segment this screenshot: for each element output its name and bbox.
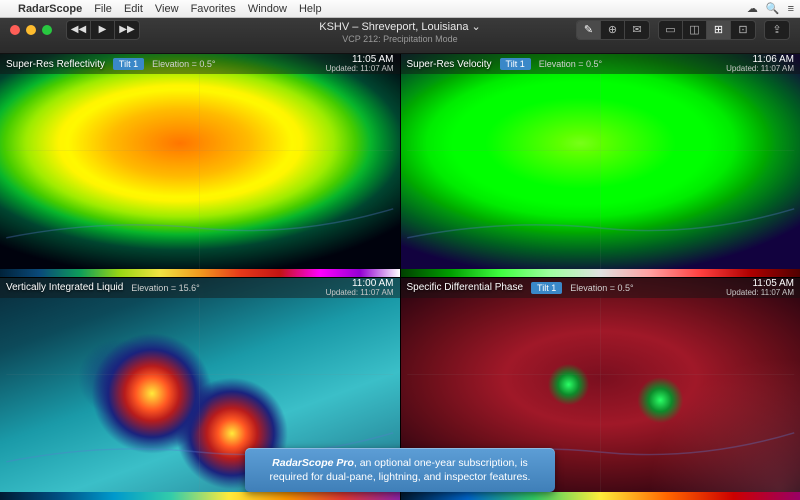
notification-center-icon[interactable]: ≡ (788, 3, 794, 15)
forward-button[interactable]: ▶▶ (115, 21, 139, 39)
tool-group-draw: ✎ ⊕ ✉ (576, 20, 650, 40)
fullscreen-button[interactable] (42, 25, 52, 35)
dual-pane-button[interactable]: ◫ (683, 21, 707, 39)
updated-time: Updated: 11:07 AM (726, 65, 794, 74)
elevation-label: Elevation = 15.6° (131, 283, 199, 293)
pane-header: Vertically Integrated Liquid Elevation =… (0, 278, 400, 298)
color-scale-velocity (401, 269, 800, 277)
updated-time: Updated: 11:07 AM (726, 289, 794, 298)
mac-menubar: RadarScope File Edit View Favorites Wind… (0, 0, 800, 18)
menubar-status-area: ☁ 🔍 ≡ (747, 2, 794, 15)
product-label[interactable]: Super-Res Reflectivity (6, 59, 105, 70)
color-scale-vil (0, 492, 400, 500)
minimize-button[interactable] (26, 25, 36, 35)
traffic-lights (10, 25, 52, 35)
pane-header: Specific Differential Phase Tilt 1 Eleva… (401, 278, 800, 298)
grid-pane-button[interactable]: ⊡ (731, 21, 755, 39)
promo-tooltip: RadarScope Pro, an optional one-year sub… (245, 448, 555, 492)
single-pane-button[interactable]: ▭ (659, 21, 683, 39)
tilt-selector[interactable]: Tilt 1 (500, 58, 531, 70)
product-label[interactable]: Super-Res Velocity (407, 59, 492, 70)
layout-group: ▭ ◫ ⊞ ⊡ (658, 20, 756, 40)
pane-header: Super-Res Velocity Tilt 1 Elevation = 0.… (401, 54, 800, 74)
target-icon[interactable]: ⊕ (601, 21, 625, 39)
quad-pane-button[interactable]: ⊞ (707, 21, 731, 39)
app-window: ◀◀ ▶ ▶▶ KSHV – Shreveport, Louisiana ⌄ V… (0, 18, 800, 500)
menu-window[interactable]: Window (248, 3, 287, 15)
share-icon[interactable]: ⇪ (765, 21, 789, 39)
tilt-selector[interactable]: Tilt 1 (531, 282, 562, 294)
scan-time: 11:00 AM (326, 278, 394, 289)
map-roads (0, 54, 400, 277)
elevation-label: Elevation = 0.5° (152, 59, 215, 69)
spotlight-icon[interactable]: 🔍 (766, 2, 780, 15)
rewind-button[interactable]: ◀◀ (67, 21, 91, 39)
map-roads (401, 54, 800, 277)
play-button[interactable]: ▶ (91, 21, 115, 39)
product-label[interactable]: Specific Differential Phase (407, 282, 524, 293)
mail-icon[interactable]: ✉ (625, 21, 649, 39)
menu-favorites[interactable]: Favorites (191, 3, 236, 15)
vcp-mode-label: VCP 212: Precipitation Mode (319, 34, 480, 45)
close-button[interactable] (10, 25, 20, 35)
menu-edit[interactable]: Edit (124, 3, 143, 15)
scan-time: 11:05 AM (726, 278, 794, 289)
radar-site-selector[interactable]: KSHV – Shreveport, Louisiana ⌄ (319, 21, 480, 34)
elevation-label: Elevation = 0.5° (539, 59, 602, 69)
updated-time: Updated: 11:07 AM (326, 289, 394, 298)
color-scale-reflectivity (0, 269, 400, 277)
updated-time: Updated: 11:07 AM (326, 65, 394, 74)
time-block: 11:05 AM Updated: 11:07 AM (326, 54, 394, 74)
menu-help[interactable]: Help (299, 3, 322, 15)
radar-panes: Super-Res Reflectivity Tilt 1 Elevation … (0, 54, 800, 500)
menu-file[interactable]: File (94, 3, 112, 15)
toolbar-right: ✎ ⊕ ✉ ▭ ◫ ⊞ ⊡ ⇪ (576, 20, 790, 40)
time-block: 11:05 AM Updated: 11:07 AM (726, 278, 794, 298)
promo-product-name: RadarScope Pro (272, 457, 354, 469)
product-label[interactable]: Vertically Integrated Liquid (6, 282, 123, 293)
pencil-icon[interactable]: ✎ (577, 21, 601, 39)
cloud-status-icon[interactable]: ☁ (747, 2, 758, 15)
time-block: 11:06 AM Updated: 11:07 AM (726, 54, 794, 74)
pane-velocity[interactable]: Super-Res Velocity Tilt 1 Elevation = 0.… (401, 54, 800, 277)
time-block: 11:00 AM Updated: 11:07 AM (326, 278, 394, 298)
playback-controls: ◀◀ ▶ ▶▶ (66, 20, 140, 40)
titlebar: ◀◀ ▶ ▶▶ KSHV – Shreveport, Louisiana ⌄ V… (0, 18, 800, 54)
share-group: ⇪ (764, 20, 790, 40)
tilt-selector[interactable]: Tilt 1 (113, 58, 144, 70)
color-scale-sdp (401, 492, 800, 500)
pane-header: Super-Res Reflectivity Tilt 1 Elevation … (0, 54, 400, 74)
app-menu[interactable]: RadarScope (18, 3, 82, 15)
pane-reflectivity[interactable]: Super-Res Reflectivity Tilt 1 Elevation … (0, 54, 400, 277)
elevation-label: Elevation = 0.5° (570, 283, 633, 293)
menu-view[interactable]: View (155, 3, 179, 15)
window-title-block: KSHV – Shreveport, Louisiana ⌄ VCP 212: … (319, 21, 480, 45)
